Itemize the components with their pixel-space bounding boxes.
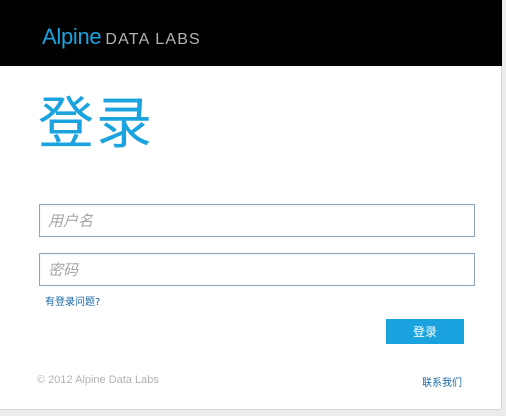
copyright-text: © 2012 Alpine Data Labs	[37, 374, 159, 386]
logo-brand: Alpine	[42, 24, 102, 49]
contact-us-link[interactable]: 联系我们	[422, 374, 462, 389]
password-input[interactable]	[39, 253, 475, 286]
login-button[interactable]: 登录	[386, 319, 464, 344]
alpine-logo: Alpine DATA LABS	[42, 24, 201, 50]
logo-subtitle: DATA LABS	[105, 31, 201, 48]
page-title: 登录	[38, 92, 154, 157]
login-card: AlpineDATA LABS 登录 有登录问题? 登录 © 2012 Alpi…	[0, 0, 502, 410]
login-problem-link[interactable]: 有登录问题?	[45, 293, 100, 308]
username-input[interactable]	[39, 204, 475, 237]
header-bar: Alpine DATA LABS	[0, 0, 502, 66]
